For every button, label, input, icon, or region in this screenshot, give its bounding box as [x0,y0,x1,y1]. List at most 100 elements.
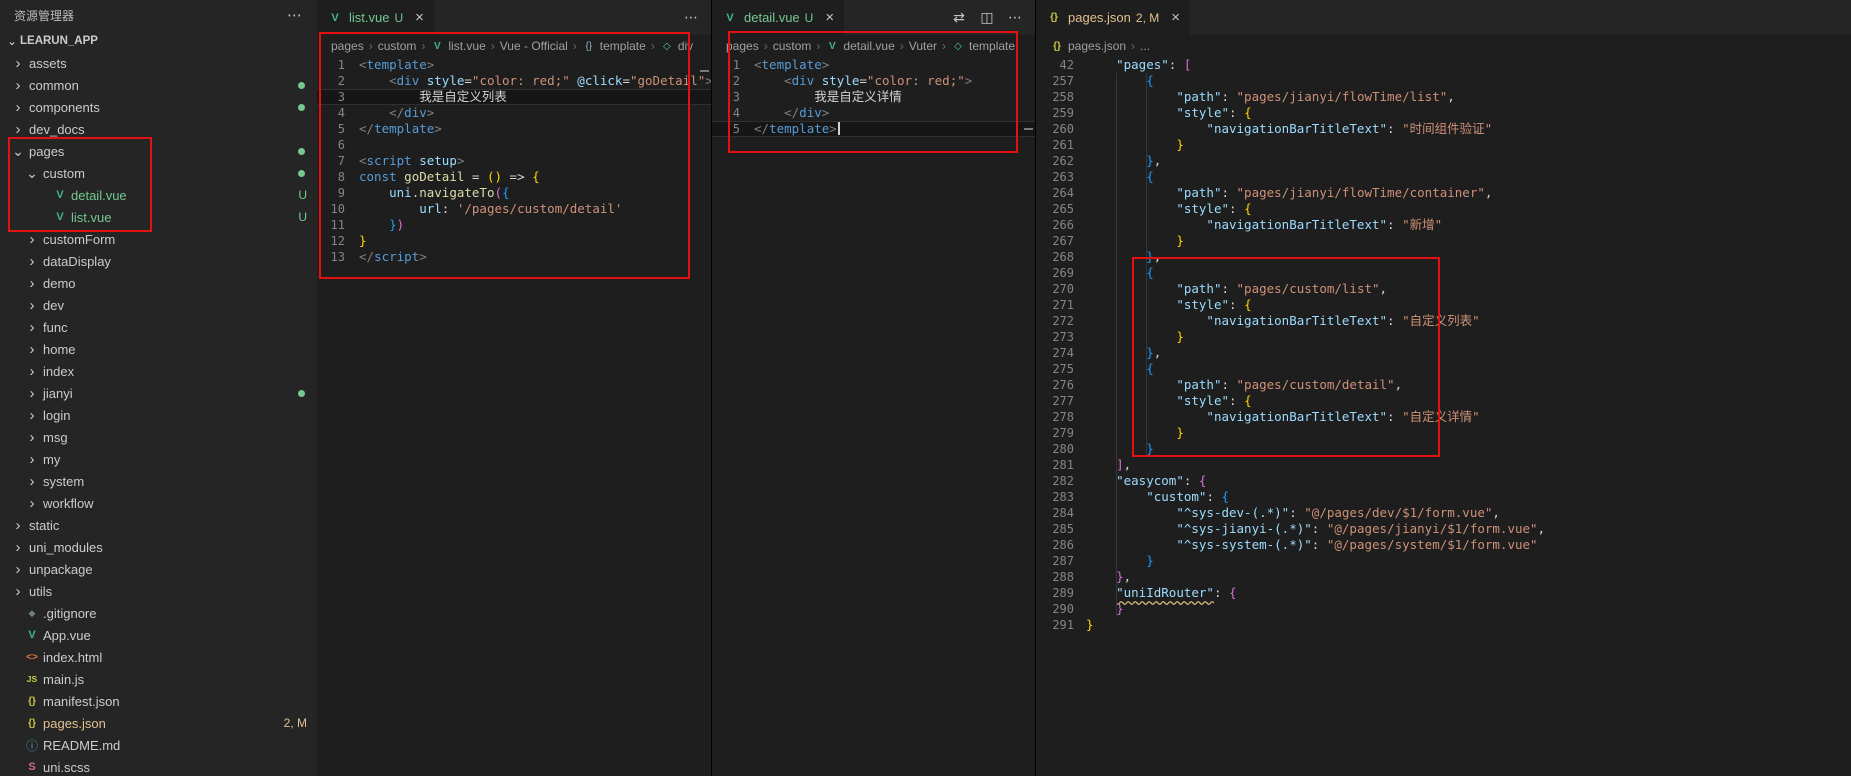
code-line[interactable]: 278 "navigationBarTitleText": "自定义详情" [1036,409,1851,425]
breadcrumb-item-div[interactable]: ◇div [660,39,693,53]
code-line[interactable]: 264 "path": "pages/jianyi/flowTime/conta… [1036,185,1851,201]
tree-item-README.md[interactable]: ⓘREADME.md [0,734,317,756]
code-line[interactable]: 262 }, [1036,153,1851,169]
code-line[interactable]: 3 我是自定义列表 [317,89,711,105]
code-line[interactable]: 273 } [1036,329,1851,345]
code-line[interactable]: 280 } [1036,441,1851,457]
code-line[interactable]: 286 "^sys-system-(.*)": "@/pages/system/… [1036,537,1851,553]
code-line[interactable]: 269 { [1036,265,1851,281]
code-line[interactable]: 6 [317,137,711,153]
breadcrumb-item-pages[interactable]: pages [331,39,364,53]
breadcrumb-item-Vuter[interactable]: Vuter [909,39,937,53]
tree-item-dev[interactable]: ›dev [0,294,317,316]
code-editor-list-vue[interactable]: 1<template>2 <div style="color: red;" @c… [317,57,711,776]
code-line[interactable]: 291} [1036,617,1851,633]
code-line[interactable]: 288 }, [1036,569,1851,585]
breadcrumb-item-custom[interactable]: custom [773,39,812,53]
code-line[interactable]: 285 "^sys-jianyi-(.*)": "@/pages/jianyi/… [1036,521,1851,537]
code-line[interactable]: 9 uni.navigateTo({ [317,185,711,201]
breadcrumb-item-template[interactable]: {}template [582,39,646,53]
close-icon[interactable]: × [415,9,424,26]
compare-icon[interactable]: ⇄ [951,9,967,26]
tree-item-workflow[interactable]: ›workflow [0,492,317,514]
code-line[interactable]: 5</template> [317,121,711,137]
tree-item-utils[interactable]: ›utils [0,580,317,602]
code-line[interactable]: 260 "navigationBarTitleText": "时间组件验证" [1036,121,1851,137]
tree-item-pages[interactable]: ⌄pages [0,140,317,162]
code-line[interactable]: 290 } [1036,601,1851,617]
more-icon[interactable]: ⋯ [683,9,699,26]
tree-item-func[interactable]: ›func [0,316,317,338]
breadcrumb-item-...[interactable]: ... [1140,39,1150,53]
tree-item-dataDisplay[interactable]: ›dataDisplay [0,250,317,272]
code-line[interactable]: 283 "custom": { [1036,489,1851,505]
tree-item-manifest.json[interactable]: {}manifest.json [0,690,317,712]
code-line[interactable]: 277 "style": { [1036,393,1851,409]
code-line[interactable]: 257 { [1036,73,1851,89]
code-line[interactable]: 10 url: '/pages/custom/detail' [317,201,711,217]
tree-item-my[interactable]: ›my [0,448,317,470]
tree-item-common[interactable]: ›common [0,74,317,96]
tab-pages.json[interactable]: {}pages.json2, M× [1036,0,1191,35]
tree-item-jianyi[interactable]: ›jianyi [0,382,317,404]
close-icon[interactable]: × [1171,9,1180,26]
tree-item-msg[interactable]: ›msg [0,426,317,448]
tree-item-.gitignore[interactable]: ◆.gitignore [0,602,317,624]
tree-item-pages.json[interactable]: {}pages.json2, M [0,712,317,734]
code-editor-pages-json[interactable]: 42 "pages": [257 {258 "path": "pages/jia… [1036,57,1851,776]
code-line[interactable]: 13</script> [317,249,711,265]
tab-list.vue[interactable]: Vlist.vueU× [317,0,435,35]
code-line[interactable]: 8const goDetail = () => { [317,169,711,185]
breadcrumb-item-template[interactable]: ◇template [951,39,1015,53]
tree-item-demo[interactable]: ›demo [0,272,317,294]
tree-item-customForm[interactable]: ›customForm [0,228,317,250]
code-line[interactable]: 261 } [1036,137,1851,153]
code-line[interactable]: 270 "path": "pages/custom/list", [1036,281,1851,297]
code-line[interactable]: 4 </div> [317,105,711,121]
project-root-row[interactable]: ⌄ LEARUN_APP [0,30,317,52]
code-line[interactable]: 272 "navigationBarTitleText": "自定义列表" [1036,313,1851,329]
code-line[interactable]: 258 "path": "pages/jianyi/flowTime/list"… [1036,89,1851,105]
code-line[interactable]: 279 } [1036,425,1851,441]
code-line[interactable]: 265 "style": { [1036,201,1851,217]
code-line[interactable]: 1<template> [317,57,711,73]
code-line[interactable]: 5</template> [712,121,1035,137]
code-line[interactable]: 281 ], [1036,457,1851,473]
code-line[interactable]: 284 "^sys-dev-(.*)": "@/pages/dev/$1/for… [1036,505,1851,521]
tree-item-unpackage[interactable]: ›unpackage [0,558,317,580]
code-line[interactable]: 287 } [1036,553,1851,569]
code-line[interactable]: 267 } [1036,233,1851,249]
explorer-more-actions-icon[interactable]: ⋯ [287,6,303,24]
tab-detail.vue[interactable]: Vdetail.vueU× [712,0,845,35]
code-line[interactable]: 42 "pages": [ [1036,57,1851,73]
breadcrumb-item-Vue - Official[interactable]: Vue - Official [500,39,568,53]
tree-item-detail.vue[interactable]: Vdetail.vueU [0,184,317,206]
tree-item-static[interactable]: ›static [0,514,317,536]
breadcrumb-item-custom[interactable]: custom [378,39,417,53]
tree-item-system[interactable]: ›system [0,470,317,492]
code-editor-detail-vue[interactable]: 1<template>2 <div style="color: red;">3 … [712,57,1035,776]
code-line[interactable]: 7<script setup> [317,153,711,169]
code-line[interactable]: 263 { [1036,169,1851,185]
tree-item-list.vue[interactable]: Vlist.vueU [0,206,317,228]
code-line[interactable]: 2 <div style="color: red;"> [712,73,1035,89]
breadcrumb-item-pages.json[interactable]: {}pages.json [1050,39,1126,53]
breadcrumb-item-list.vue[interactable]: Vlist.vue [430,39,485,53]
code-line[interactable]: 1<template> [712,57,1035,73]
code-line[interactable]: 2 <div style="color: red;" @click="goDet… [317,73,711,89]
close-icon[interactable]: × [825,9,834,26]
code-line[interactable]: 271 "style": { [1036,297,1851,313]
code-line[interactable]: 276 "path": "pages/custom/detail", [1036,377,1851,393]
code-line[interactable]: 259 "style": { [1036,105,1851,121]
tree-item-index.html[interactable]: <>index.html [0,646,317,668]
code-line[interactable]: 11 }) [317,217,711,233]
tree-item-uni_modules[interactable]: ›uni_modules [0,536,317,558]
code-line[interactable]: 282 "easycom": { [1036,473,1851,489]
code-line[interactable]: 12} [317,233,711,249]
tree-item-App.vue[interactable]: VApp.vue [0,624,317,646]
tree-item-index[interactable]: ›index [0,360,317,382]
split-icon[interactable]: ◫ [979,9,995,26]
code-line[interactable]: 266 "navigationBarTitleText": "新增" [1036,217,1851,233]
tree-item-assets[interactable]: ›assets [0,52,317,74]
code-line[interactable]: 274 }, [1036,345,1851,361]
